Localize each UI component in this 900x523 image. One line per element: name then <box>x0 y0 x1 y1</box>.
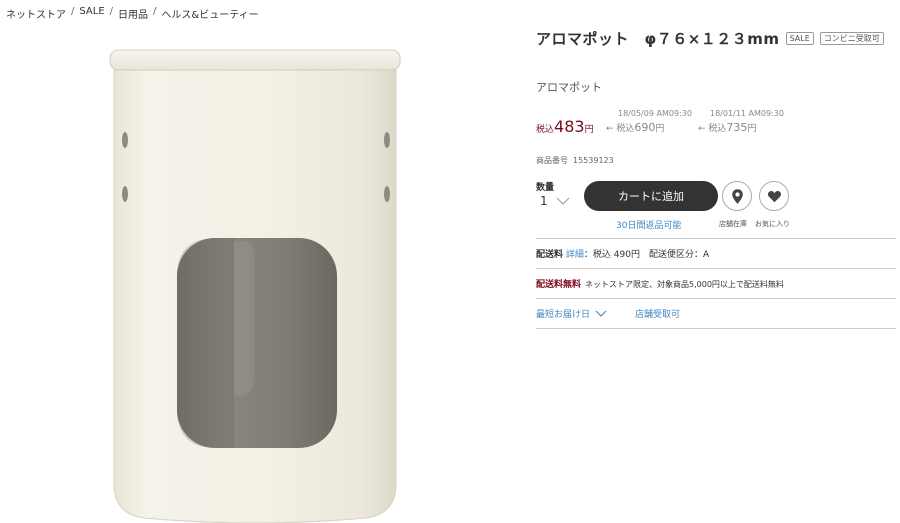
price-unit: 円 <box>584 125 594 135</box>
breadcrumb: ネットストア / SALE / 日用品 / ヘルス&ビューティー <box>6 6 259 21</box>
free-shipping-label: 配送料無料 <box>536 280 582 290</box>
shipping-label: 配送料 <box>536 250 564 260</box>
price-history-value: ← 税込735円 <box>698 121 784 134</box>
location-pin-icon <box>731 188 743 204</box>
store-stock-button[interactable] <box>722 181 752 211</box>
convenience-pickup-badge: コンビニ受取可 <box>819 32 884 45</box>
cart-row: 数量 1 カートに追加 30日間返品可能 店舗在庫 お気に入り <box>536 180 896 231</box>
product-image <box>109 49 401 523</box>
delivery-links-row: 最短お届け日 店舗受取可 <box>536 299 896 328</box>
chevron-down-icon[interactable] <box>595 310 607 318</box>
price-history-number: 690 <box>634 121 656 134</box>
shipping-row: 配送料 詳細：税込 490円 配送便区分：A <box>536 239 896 268</box>
free-shipping-text: ネットストア限定、対象商品5,000円以上で配送料無料 <box>585 280 784 289</box>
quantity-select[interactable]: 1 <box>540 194 548 208</box>
sale-badge: SALE <box>785 32 814 45</box>
breadcrumb-item-sale[interactable]: SALE <box>79 6 104 21</box>
price-history-item: 18/05/09 AM09:30 ← 税込690円 <box>606 109 692 134</box>
quantity-label: 数量 <box>536 183 555 193</box>
price-history-value: ← 税込690円 <box>606 121 692 134</box>
price-history-number: 735 <box>726 121 748 134</box>
heart-icon <box>767 190 781 202</box>
chevron-down-icon[interactable] <box>556 196 570 206</box>
price-block: 税込483円 18/05/09 AM09:30 ← 税込690円 18/01/1… <box>536 109 896 149</box>
add-to-cart-button[interactable]: カートに追加 <box>584 181 718 211</box>
breadcrumb-separator: / <box>153 6 157 17</box>
price-history-date: 18/01/11 AM09:30 <box>710 109 784 118</box>
favorite-button[interactable] <box>759 181 789 211</box>
product-code-value: 15539123 <box>573 156 614 165</box>
store-stock-label: 店舗在庫 <box>719 220 747 228</box>
price-tax-label: 税込 <box>536 125 555 135</box>
price-value: 483 <box>554 117 585 136</box>
return-policy-link[interactable]: 30日間返品可能 <box>616 218 681 231</box>
breadcrumb-separator: / <box>109 6 114 17</box>
product-info: アロマポット φ７６×１２３mm SALE コンビニ受取可 アロマポット 税込4… <box>536 28 896 329</box>
breadcrumb-item-netstore[interactable]: ネットストア <box>6 6 66 21</box>
title-row: アロマポット φ７６×１２３mm SALE コンビニ受取可 <box>536 28 896 49</box>
price-history-date: 18/05/09 AM09:30 <box>618 109 692 118</box>
free-shipping-row: 配送料無料 ネットストア限定、対象商品5,000円以上で配送料無料 <box>536 269 896 298</box>
store-pickup-link[interactable]: 店舗受取可 <box>635 307 680 320</box>
product-code: 商品番号 15539123 <box>536 155 896 166</box>
price-history-unit: 円 <box>655 124 665 134</box>
price-history-prefix: ← 税込 <box>606 124 635 134</box>
breadcrumb-separator: / <box>71 6 75 17</box>
shipping-detail-link[interactable]: 詳細 <box>566 250 584 260</box>
current-price: 税込483円 <box>536 117 594 136</box>
product-title: アロマポット φ７６×１２３mm <box>536 30 780 48</box>
favorite-label: お気に入り <box>755 220 790 228</box>
breadcrumb-item-health-beauty[interactable]: ヘルス&ビューティー <box>161 6 258 21</box>
price-history-prefix: ← 税込 <box>698 124 727 134</box>
price-history-item: 18/01/11 AM09:30 ← 税込735円 <box>698 109 784 134</box>
divider <box>536 328 896 329</box>
product-subtitle: アロマポット <box>536 81 602 94</box>
breadcrumb-item-daily-goods[interactable]: 日用品 <box>118 6 148 21</box>
product-code-label: 商品番号 <box>536 156 568 165</box>
shipping-text: ：税込 490円 配送便区分：A <box>583 250 710 260</box>
earliest-delivery-link[interactable]: 最短お届け日 <box>536 307 590 320</box>
price-history-unit: 円 <box>747 124 757 134</box>
